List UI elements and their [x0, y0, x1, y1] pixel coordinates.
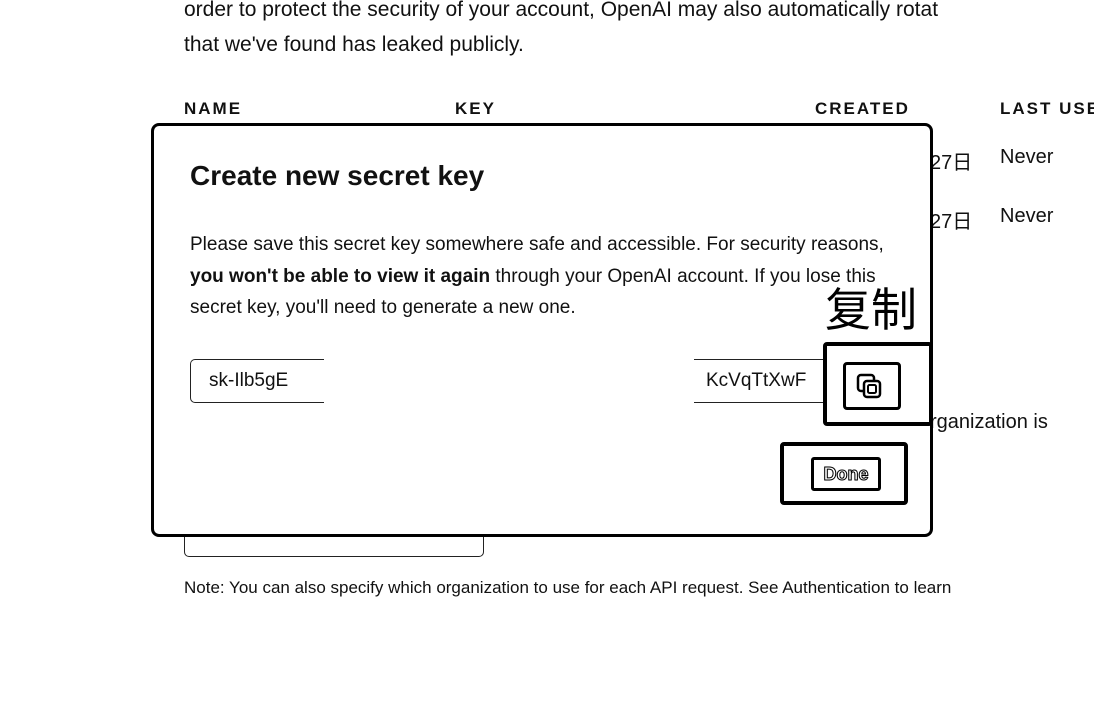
copy-label: 复制	[825, 284, 917, 336]
done-button-label: Done	[811, 457, 881, 491]
copy-button[interactable]	[823, 342, 933, 426]
secret-key-field-start[interactable]: sk-Ilb5gE	[190, 359, 324, 403]
header-key: KEY	[455, 99, 496, 118]
intro-line-2: that we've found has leaked publicly.	[184, 33, 524, 56]
copy-icon	[856, 373, 882, 399]
done-button[interactable]: Done	[780, 442, 908, 505]
row2-last-used: Never	[1000, 205, 1054, 227]
row1-created: 27日	[930, 152, 973, 174]
dialog-description: Please save this secret key somewhere sa…	[190, 229, 910, 324]
copy-button-frame	[843, 362, 901, 410]
dialog-title: Create new secret key	[190, 160, 485, 191]
row1-last-used: Never	[1000, 146, 1054, 168]
secret-key-field-end[interactable]: KcVqTtXwF	[694, 359, 824, 403]
row2-created: 27日	[930, 211, 973, 233]
intro-line-1: order to protect the security of your ac…	[184, 0, 939, 21]
desc-bold: you won't be able to view it again	[190, 265, 491, 287]
header-last-used: LAST USE	[1000, 99, 1094, 118]
desc-part-1: Please save this secret key somewhere sa…	[190, 234, 884, 255]
header-created: CREATED	[815, 99, 910, 118]
note-text: Note: You can also specify which organiz…	[184, 578, 952, 597]
org-text: rganization is	[930, 411, 1048, 433]
header-name: NAME	[184, 99, 243, 118]
